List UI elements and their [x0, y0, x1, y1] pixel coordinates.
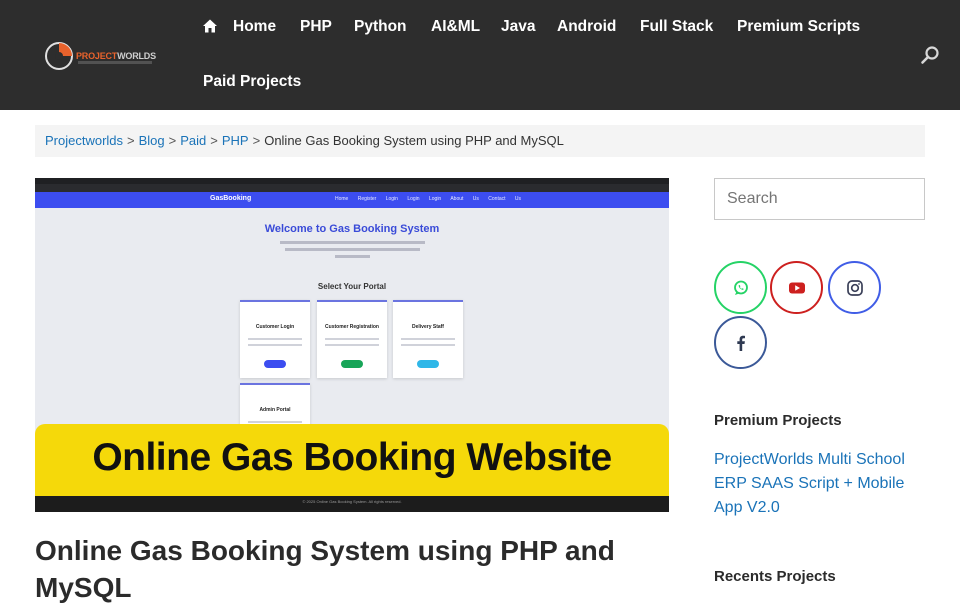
nav-home[interactable]: Home [233, 18, 276, 36]
app-card-title: Customer Registration [325, 324, 379, 330]
breadcrumb-separator: > [210, 133, 218, 148]
nav-php[interactable]: PHP [300, 18, 332, 36]
instagram-button[interactable] [828, 261, 881, 314]
breadcrumb-blog[interactable]: Blog [139, 133, 165, 148]
app-text-line [280, 241, 425, 244]
premium-projects-heading: Premium Projects [714, 412, 842, 429]
search-input[interactable] [714, 178, 925, 220]
nav-java[interactable]: Java [501, 18, 535, 36]
breadcrumb-php[interactable]: PHP [222, 133, 249, 148]
app-card-button [417, 360, 439, 368]
premium-project-link[interactable]: ProjectWorlds Multi School ERP SAAS Scri… [714, 448, 924, 520]
recent-projects-heading: Recents Projects [714, 568, 836, 585]
app-card-line [325, 344, 379, 346]
app-nav-links: Home Register Login Login Login About Us… [335, 196, 522, 202]
app-card-title: Admin Portal [259, 407, 291, 413]
breadcrumb-home[interactable]: Projectworlds [45, 133, 123, 148]
search-icon[interactable] [920, 45, 940, 65]
nav-premium-scripts[interactable]: Premium Scripts [737, 18, 860, 36]
app-text-line [285, 248, 420, 251]
app-brand: GasBooking [210, 195, 252, 202]
app-card-line [248, 344, 302, 346]
app-card-line [248, 338, 302, 340]
app-card: Delivery Staff [393, 300, 463, 378]
youtube-icon [788, 282, 805, 293]
app-portal-heading: Select Your Portal [317, 282, 387, 291]
nav-ai-ml[interactable]: AI&ML [431, 18, 480, 36]
app-card-button [264, 360, 286, 368]
youtube-button[interactable] [770, 261, 823, 314]
facebook-icon [736, 335, 745, 351]
main-nav: Home PHP Python AI&ML Java Android Full … [0, 0, 960, 110]
instagram-icon [846, 279, 863, 296]
post-title: Online Gas Booking System using PHP and … [35, 535, 615, 603]
app-card: Customer Registration [317, 300, 387, 378]
whatsapp-icon [733, 280, 748, 295]
breadcrumb-paid[interactable]: Paid [180, 133, 206, 148]
site-header: PROJECTWORLDS Home PHP Python AI&ML Java… [0, 0, 960, 110]
app-footer-text: © 2025 Online Gas Booking System. All ri… [302, 499, 402, 504]
breadcrumb-separator: > [168, 133, 177, 148]
banner-text: Online Gas Booking Website [92, 436, 612, 479]
app-text-line [335, 255, 370, 258]
nav-android[interactable]: Android [557, 18, 616, 36]
app-card-line [401, 344, 455, 346]
browser-tabs [35, 184, 669, 192]
breadcrumb-separator: > [252, 133, 261, 148]
app-card-title: Delivery Staff [412, 324, 444, 330]
nav-python[interactable]: Python [354, 18, 407, 36]
app-card-line [248, 421, 302, 423]
nav-full-stack[interactable]: Full Stack [640, 18, 713, 36]
app-card-title: Customer Login [255, 324, 295, 330]
breadcrumb-separator: > [127, 133, 135, 148]
app-welcome-heading: Welcome to Gas Booking System [264, 223, 440, 235]
breadcrumb: Projectworlds > Blog > Paid > PHP > Online Gas B… [35, 125, 925, 157]
app-card-line [401, 338, 455, 340]
whatsapp-button[interactable] [714, 261, 767, 314]
facebook-button[interactable] [714, 316, 767, 369]
app-card: Customer Login [240, 300, 310, 378]
app-card-line [325, 338, 379, 340]
nav-paid-projects[interactable]: Paid Projects [203, 73, 301, 91]
home-icon[interactable] [202, 18, 218, 34]
app-card-button [341, 360, 363, 368]
breadcrumb-current: Online Gas Booking System using PHP and … [264, 133, 564, 148]
featured-image[interactable]: GasBooking Home Register Login Login Log… [35, 178, 669, 512]
